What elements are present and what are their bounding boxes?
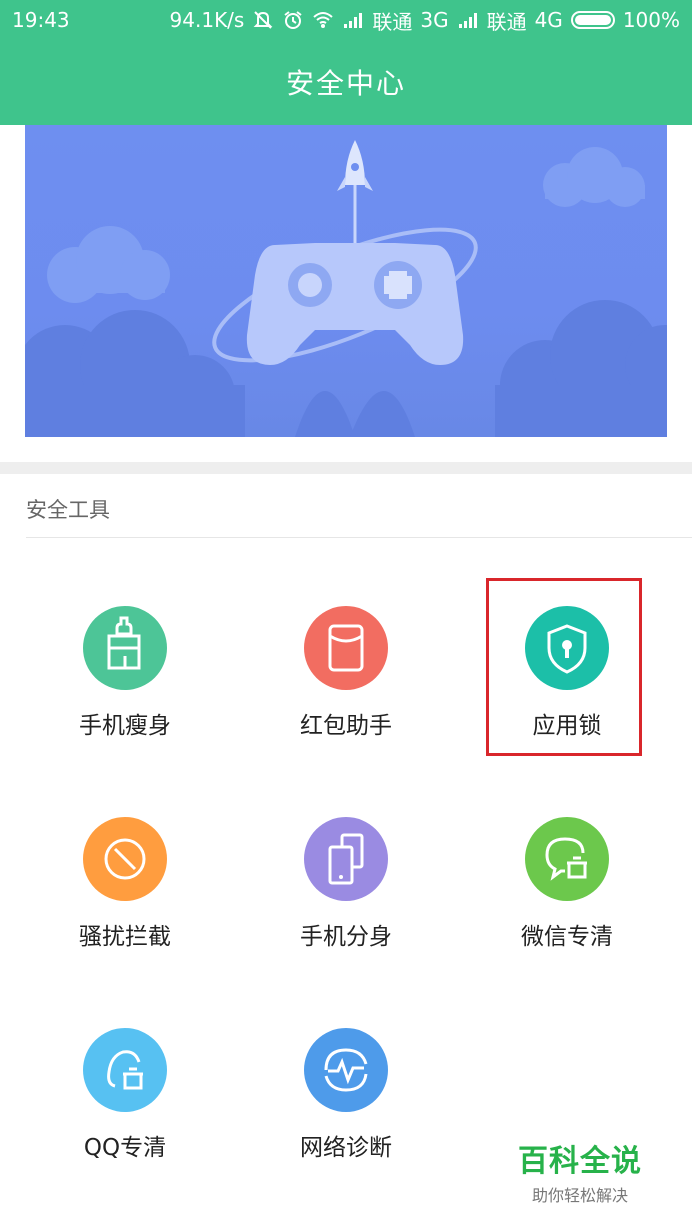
block-icon	[83, 817, 167, 901]
tool-phone-clone[interactable]: 手机分身	[235, 817, 455, 967]
battery-icon	[570, 11, 615, 29]
signal-icon	[342, 10, 364, 30]
app-header: 19:43 94.1K/s 联通 3G 联通 4G 100% 安全中心	[0, 0, 692, 125]
status-bar: 19:43 94.1K/s 联通 3G 联通 4G 100%	[0, 0, 692, 40]
network-type-1: 3G	[420, 8, 449, 32]
battery-level: 100%	[622, 8, 680, 32]
tool-phone-slim[interactable]: 手机瘦身	[14, 606, 234, 756]
broom-icon	[83, 606, 167, 690]
tool-label: 手机瘦身	[79, 713, 171, 739]
carrier-2: 联通	[486, 9, 527, 34]
qq-clean-icon	[83, 1028, 167, 1112]
page-title: 安全中心	[285, 67, 406, 100]
section-title: 安全工具	[26, 498, 110, 522]
status-time: 19:43	[12, 8, 70, 32]
red-envelope-icon	[304, 606, 388, 690]
banner-illustration	[25, 125, 667, 437]
tool-harassment-block[interactable]: 骚扰拦截	[14, 817, 234, 967]
wifi-icon	[312, 10, 334, 30]
tool-label: 微信专清	[521, 924, 613, 950]
tool-label: 红包助手	[300, 713, 392, 739]
signal-icon	[457, 10, 479, 30]
network-speed: 94.1K/s	[169, 8, 245, 32]
carrier-1: 联通	[372, 9, 413, 34]
tool-label: 手机分身	[300, 924, 392, 950]
tool-label: 网络诊断	[300, 1135, 392, 1161]
watermark-sub: 助你轻松解决	[531, 1186, 628, 1205]
tool-red-envelope[interactable]: 红包助手	[235, 606, 455, 756]
dual-phone-icon	[304, 817, 388, 901]
wechat-clean-icon	[525, 817, 609, 901]
watermark-main: 百科全说	[518, 1144, 642, 1179]
tool-wechat-clean[interactable]: 微信专清	[456, 817, 676, 967]
network-pulse-icon	[304, 1028, 388, 1112]
tool-qq-clean[interactable]: QQ专清	[14, 1028, 234, 1178]
tool-label: QQ专清	[83, 1135, 167, 1161]
section-gap	[0, 462, 692, 474]
watermark-logo: 百科全说 助你轻松解决	[515, 1136, 645, 1206]
section-divider	[26, 537, 692, 538]
highlight-box	[486, 578, 642, 756]
alarm-icon	[282, 10, 304, 30]
gamepad-rocket-illustration	[25, 140, 667, 437]
tool-label: 骚扰拦截	[79, 924, 171, 950]
mute-icon	[252, 10, 274, 30]
network-type-2: 4G	[534, 8, 563, 32]
tool-network-diagnosis[interactable]: 网络诊断	[235, 1028, 455, 1178]
